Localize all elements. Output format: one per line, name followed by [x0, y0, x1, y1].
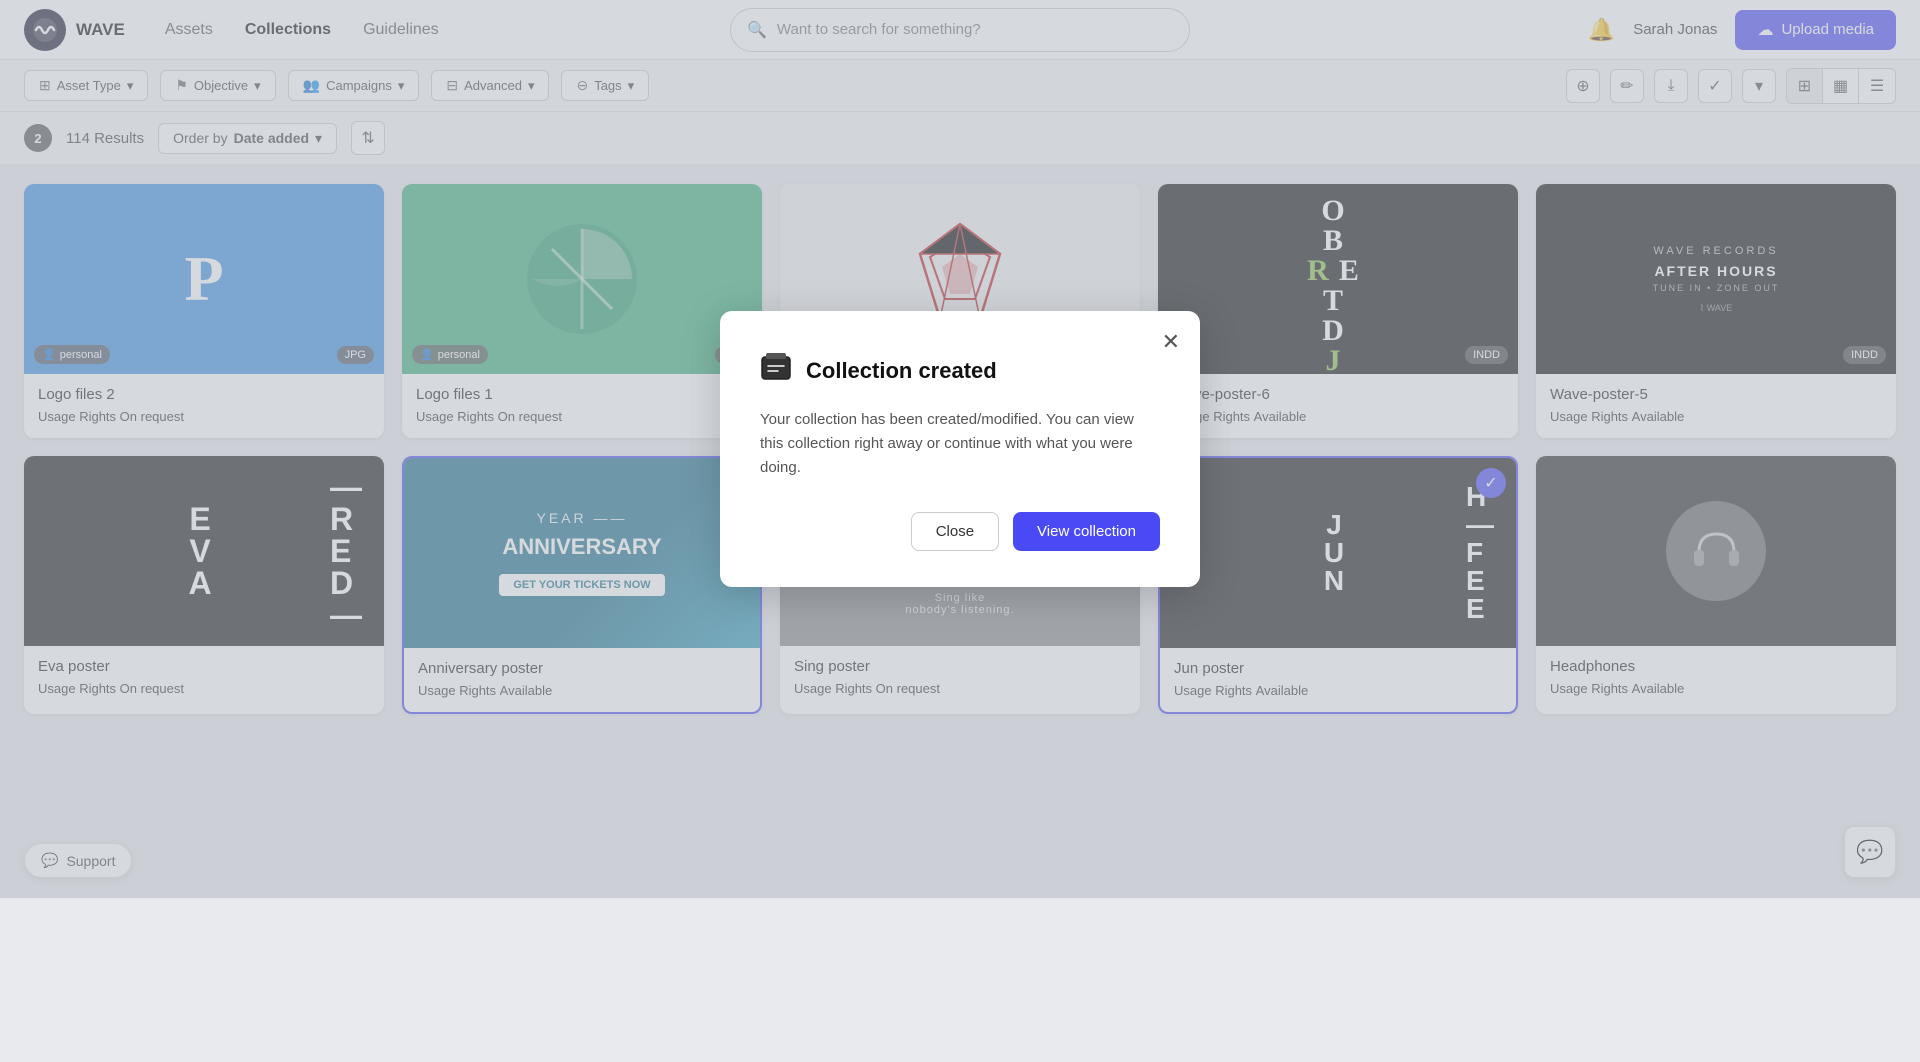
- collection-created-modal: ✕ Collection created Your collection has…: [720, 311, 1200, 587]
- modal-title: Collection created: [806, 358, 997, 384]
- collection-icon: [760, 351, 792, 390]
- view-collection-button[interactable]: View collection: [1013, 512, 1160, 551]
- modal-close-x-button[interactable]: ✕: [1162, 329, 1180, 355]
- modal-backdrop: ✕ Collection created Your collection has…: [0, 0, 1920, 898]
- close-button[interactable]: Close: [911, 512, 999, 551]
- modal-body: Your collection has been created/modifie…: [760, 408, 1160, 480]
- modal-actions: Close View collection: [760, 512, 1160, 551]
- modal-header: Collection created: [760, 351, 1160, 390]
